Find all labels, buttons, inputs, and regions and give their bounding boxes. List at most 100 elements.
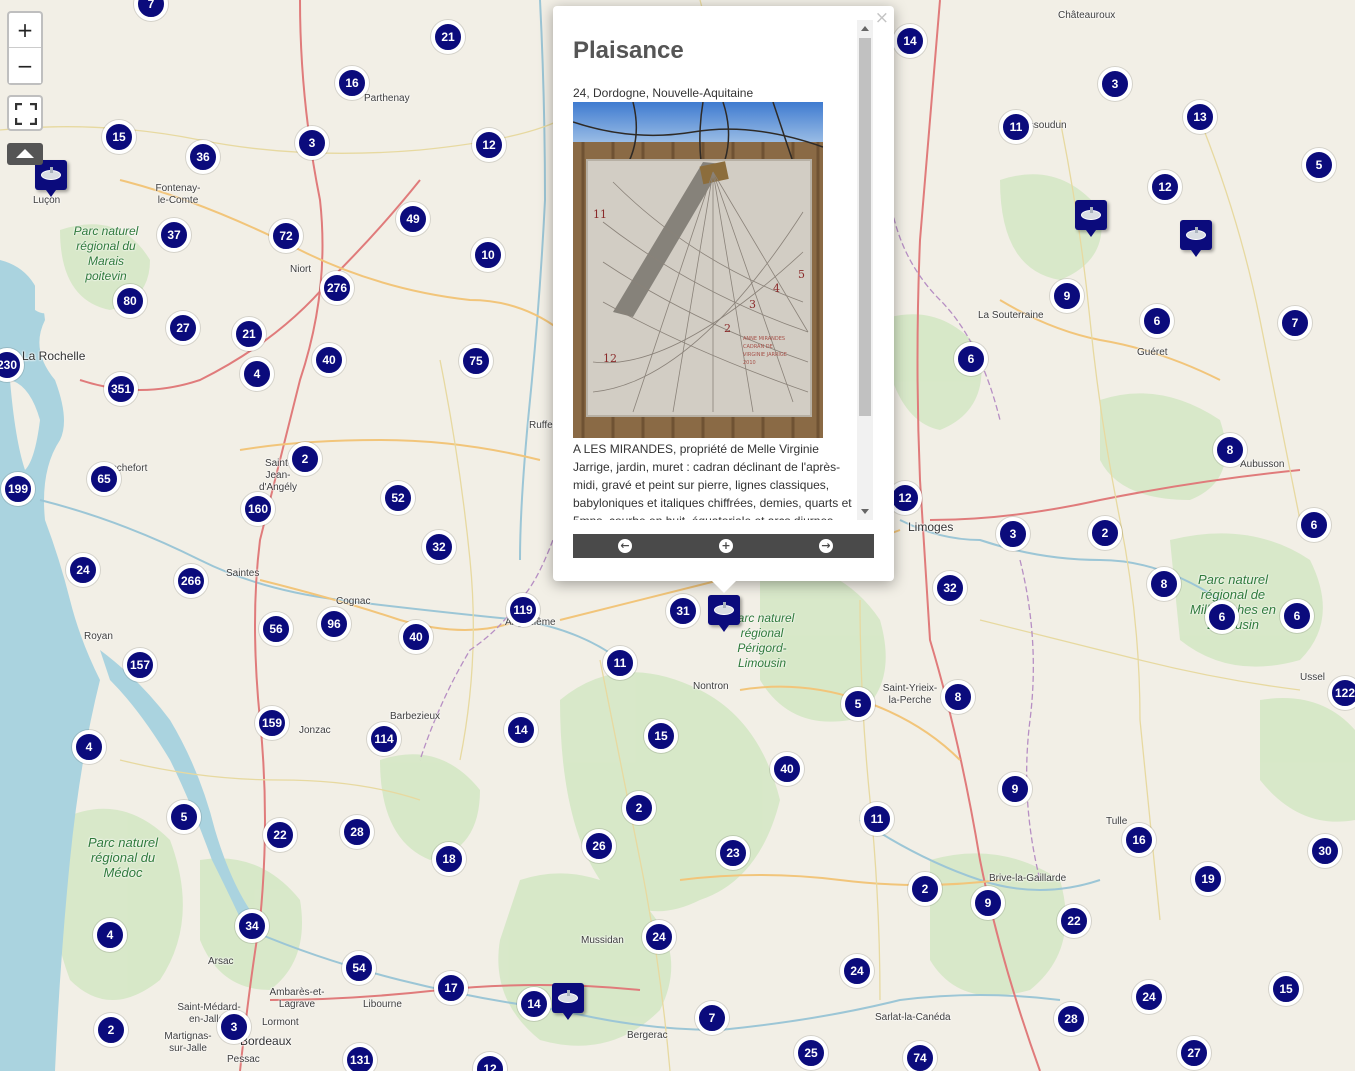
cluster-marker[interactable]: 2 [288, 442, 322, 476]
cluster-marker[interactable]: 54 [342, 951, 376, 985]
cluster-marker[interactable]: 276 [320, 271, 354, 305]
cluster-marker[interactable]: 24 [840, 954, 874, 988]
cluster-marker[interactable]: 27 [1177, 1036, 1211, 1070]
cluster-marker[interactable]: 160 [241, 492, 275, 526]
cluster-marker[interactable]: 11 [999, 110, 1033, 144]
cluster-marker[interactable]: 27 [166, 311, 200, 345]
cluster-marker[interactable]: 74 [903, 1041, 937, 1071]
cluster-marker[interactable]: 24 [642, 920, 676, 954]
cluster-marker[interactable]: 9 [998, 772, 1032, 806]
cluster-marker[interactable]: 80 [113, 284, 147, 318]
cluster-marker[interactable]: 32 [422, 530, 456, 564]
scroll-down-arrow-icon[interactable] [861, 509, 869, 514]
cluster-marker[interactable]: 9 [1050, 279, 1084, 313]
cluster-marker[interactable]: 30 [1308, 834, 1342, 868]
cluster-marker[interactable]: 199 [1, 472, 35, 506]
cluster-marker[interactable]: 5 [841, 687, 875, 721]
cluster-marker[interactable]: 16 [335, 66, 369, 100]
cluster-marker[interactable]: 24 [66, 553, 100, 587]
cluster-marker[interactable]: 21 [232, 317, 266, 351]
cluster-marker[interactable]: 34 [235, 909, 269, 943]
cluster-marker[interactable]: 16 [1122, 823, 1156, 857]
cluster-marker[interactable]: 31 [666, 594, 700, 628]
cluster-marker[interactable]: 40 [312, 343, 346, 377]
cluster-marker[interactable]: 8 [1213, 433, 1247, 467]
close-icon[interactable]: × [875, 8, 889, 28]
cluster-marker[interactable]: 9 [971, 886, 1005, 920]
cluster-marker[interactable]: 13 [1183, 100, 1217, 134]
cluster-marker[interactable]: 122 [1328, 676, 1355, 710]
cluster-marker[interactable]: 4 [72, 730, 106, 764]
cluster-marker[interactable]: 15 [102, 120, 136, 154]
sundial-photo[interactable]: 11 12 2 3 4 5 ANNE MIRANDES CADRAN DE VIRGIN… [573, 102, 823, 438]
cluster-marker[interactable]: 119 [506, 593, 540, 627]
cluster-marker[interactable]: 7 [1278, 306, 1312, 340]
cluster-marker[interactable]: 6 [1140, 304, 1174, 338]
cluster-marker[interactable]: 37 [157, 218, 191, 252]
cluster-marker[interactable]: 40 [399, 620, 433, 654]
cluster-marker[interactable]: 12 [1148, 170, 1182, 204]
cluster-marker[interactable]: 2 [94, 1013, 128, 1047]
cluster-marker[interactable]: 75 [459, 344, 493, 378]
cluster-marker[interactable]: 7 [695, 1001, 729, 1035]
cluster-marker[interactable]: 3 [996, 517, 1030, 551]
cluster-marker[interactable]: 159 [255, 706, 289, 740]
cluster-marker[interactable]: 25 [794, 1036, 828, 1070]
cluster-marker[interactable]: 4 [93, 918, 127, 952]
cluster-marker[interactable]: 114 [367, 722, 401, 756]
cluster-marker[interactable]: 28 [340, 815, 374, 849]
cluster-marker[interactable]: 15 [644, 719, 678, 753]
cluster-marker[interactable]: 3 [295, 126, 329, 160]
next-button[interactable]: → [819, 539, 833, 553]
cluster-marker[interactable]: 4 [240, 357, 274, 391]
fullscreen-button[interactable] [7, 95, 43, 131]
cluster-marker[interactable]: 21 [431, 20, 465, 54]
cluster-marker[interactable]: 28 [1054, 1002, 1088, 1036]
cluster-marker[interactable]: 15 [1269, 972, 1303, 1006]
cluster-marker[interactable]: 266 [174, 564, 208, 598]
cluster-marker[interactable]: 3 [1098, 67, 1132, 101]
cluster-marker[interactable]: 22 [1057, 904, 1091, 938]
cluster-marker[interactable]: 3 [217, 1010, 251, 1044]
cluster-marker[interactable]: 14 [504, 713, 538, 747]
cluster-marker[interactable]: 96 [317, 607, 351, 641]
zoom-in-button[interactable]: + [9, 13, 41, 48]
cluster-marker[interactable]: 6 [1205, 600, 1239, 634]
sundial-marker[interactable] [1180, 220, 1212, 257]
cluster-marker[interactable]: 36 [186, 140, 220, 174]
cluster-marker[interactable]: 10 [471, 238, 505, 272]
cluster-marker[interactable]: 11 [860, 802, 894, 836]
cluster-marker[interactable]: 17 [434, 971, 468, 1005]
cluster-marker[interactable]: 65 [87, 462, 121, 496]
cluster-marker[interactable]: 6 [954, 342, 988, 376]
cluster-marker[interactable]: 56 [259, 612, 293, 646]
cluster-marker[interactable]: 5 [1302, 148, 1336, 182]
cluster-marker[interactable]: 40 [770, 752, 804, 786]
cluster-marker[interactable]: 8 [1147, 567, 1181, 601]
cluster-marker[interactable]: 14 [517, 987, 551, 1021]
cluster-marker[interactable]: 26 [582, 829, 616, 863]
cluster-marker[interactable]: 23 [716, 836, 750, 870]
cluster-marker[interactable]: 12 [472, 128, 506, 162]
cluster-marker[interactable]: 157 [123, 648, 157, 682]
sundial-marker[interactable] [1075, 200, 1107, 237]
cluster-marker[interactable]: 72 [269, 219, 303, 253]
cluster-marker[interactable]: 351 [104, 372, 138, 406]
cluster-marker[interactable]: 2 [1088, 516, 1122, 550]
details-button[interactable]: + [719, 539, 733, 553]
collapse-toggle-button[interactable] [7, 143, 43, 165]
cluster-marker[interactable]: 8 [941, 680, 975, 714]
cluster-marker[interactable]: 2 [908, 872, 942, 906]
sundial-marker-selected[interactable] [708, 595, 740, 632]
cluster-marker[interactable]: 6 [1297, 508, 1331, 542]
cluster-marker[interactable]: 14 [893, 24, 927, 58]
cluster-marker[interactable]: 24 [1132, 980, 1166, 1014]
cluster-marker[interactable]: 52 [381, 481, 415, 515]
cluster-marker[interactable]: 2 [622, 791, 656, 825]
previous-button[interactable]: ← [618, 539, 632, 553]
cluster-marker[interactable]: 5 [167, 800, 201, 834]
popup-scrollbar-thumb[interactable] [859, 38, 871, 416]
cluster-marker[interactable]: 18 [432, 842, 466, 876]
cluster-marker[interactable]: 11 [603, 646, 637, 680]
cluster-marker[interactable]: 131 [343, 1043, 377, 1071]
